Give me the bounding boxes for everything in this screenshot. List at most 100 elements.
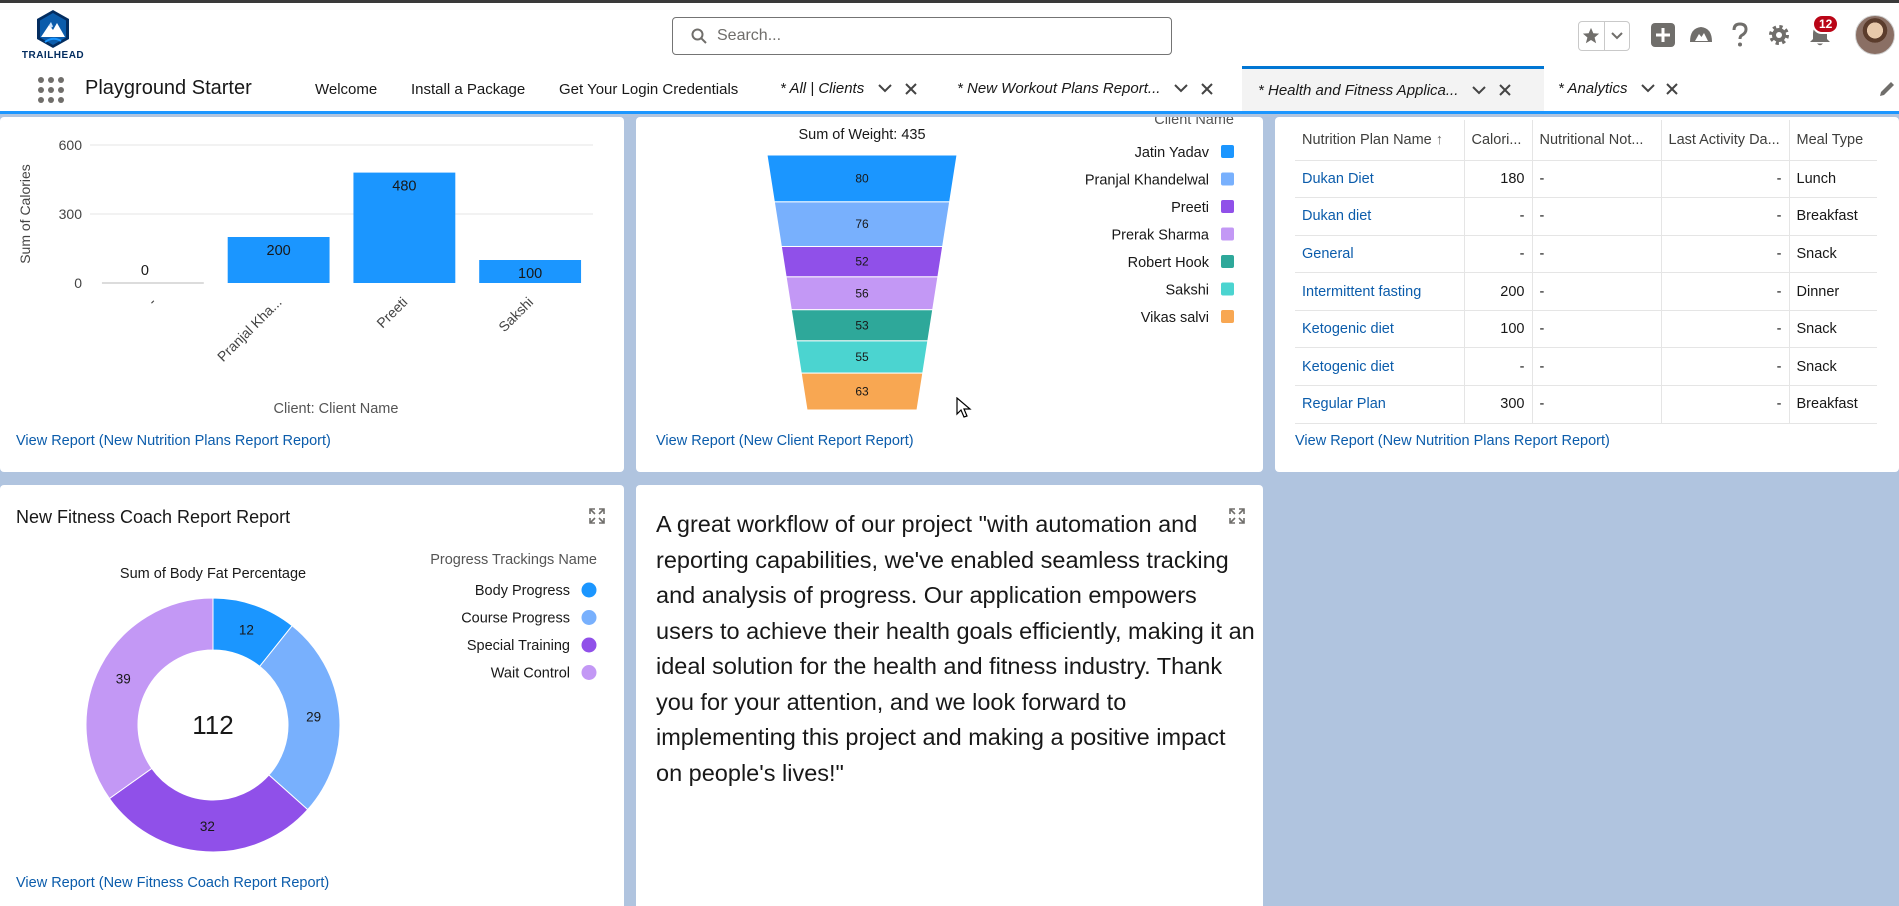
slice-value-label: 12 (239, 623, 254, 638)
tab-all-clients[interactable]: * All | Clients (780, 66, 920, 111)
y-tick-label: 600 (59, 137, 83, 153)
x-tick-label: - (144, 294, 159, 309)
column-header-calories[interactable]: Calori... (1464, 120, 1533, 161)
legend-swatch (1221, 255, 1234, 268)
summary-text-card: A great workflow of our project "with au… (636, 485, 1263, 906)
table-row: Ketogenic diet 100- - Snack (1295, 310, 1877, 349)
data-label: 100 (518, 266, 542, 282)
chevron-down-icon[interactable] (876, 84, 894, 93)
nutritional-notes-cell: - (1532, 310, 1662, 349)
nutrition-table-card: Nutrition Plan Name ↑ Calori... Nutritio… (1275, 117, 1899, 472)
gear-icon (1769, 25, 1789, 45)
funnel-value-label: 56 (855, 286, 869, 300)
funnel-value-label: 55 (855, 350, 869, 364)
funnel-value-label: 53 (855, 318, 869, 332)
plan-name-cell[interactable]: Ketogenic diet (1295, 347, 1465, 387)
calories-cell: 300 (1464, 385, 1533, 424)
table-row: Dukan diet - - - Breakfast (1295, 197, 1877, 236)
view-nutrition-table-report-link[interactable]: View Report (New Nutrition Plans Report … (1295, 433, 1610, 449)
legend-title: Client Name (1154, 117, 1234, 128)
y-tick-label: 0 (74, 275, 82, 291)
favorites-group (1578, 21, 1630, 51)
help-button[interactable] (1726, 21, 1754, 49)
mouse-cursor-icon (956, 397, 972, 418)
funnel-value-label: 63 (855, 385, 869, 399)
close-icon[interactable] (1663, 82, 1681, 95)
nutritional-notes-cell: - (1532, 197, 1662, 236)
chevron-down-icon[interactable] (1639, 84, 1657, 93)
tab-analytics[interactable]: * Analytics (1558, 66, 1681, 111)
legend-swatch (581, 582, 597, 598)
view-nutrition-report-link[interactable]: View Report (New Nutrition Plans Report … (16, 433, 331, 449)
tab-label: * Health and Fitness Applica... (1258, 81, 1459, 99)
plan-name-cell[interactable]: Ketogenic diet (1295, 310, 1465, 349)
column-header-plan-name[interactable]: Nutrition Plan Name ↑ (1295, 120, 1465, 161)
view-client-report-link[interactable]: View Report (New Client Report Report) (656, 433, 914, 449)
calories-cell: - (1464, 197, 1533, 236)
plan-name-cell[interactable]: Intermittent fasting (1295, 272, 1465, 311)
favorite-star-button[interactable] (1579, 22, 1605, 50)
chevron-down-icon (1611, 32, 1623, 40)
plan-name-cell[interactable]: Regular Plan (1295, 385, 1465, 424)
app-launcher-button[interactable] (36, 75, 64, 103)
table-row: Ketogenic diet - - - Snack (1295, 347, 1877, 387)
chevron-down-icon[interactable] (1172, 84, 1190, 93)
view-fitness-coach-report-link[interactable]: View Report (New Fitness Coach Report Re… (16, 875, 329, 891)
search-icon (691, 28, 707, 44)
table-row: General - - - Snack (1295, 235, 1877, 274)
meal-type-cell: Breakfast (1789, 197, 1877, 236)
nutritional-notes-cell: - (1532, 385, 1662, 424)
user-avatar[interactable] (1855, 15, 1895, 55)
setup-button[interactable] (1765, 21, 1793, 49)
legend-swatch (1221, 200, 1234, 213)
tab-new-workout-plans[interactable]: * New Workout Plans Report... (957, 66, 1216, 111)
legend-swatch (1221, 282, 1234, 296)
nutrition-plans-table: Nutrition Plan Name ↑ Calori... Nutritio… (1295, 120, 1877, 424)
chart-title: Sum of Weight: 435 (798, 127, 925, 143)
favorites-menu-button[interactable] (1605, 22, 1630, 50)
legend-label: Sakshi (1165, 283, 1209, 299)
sort-ascending-icon: ↑ (1435, 131, 1444, 148)
meal-type-cell: Breakfast (1789, 385, 1877, 424)
plan-name-cell[interactable]: General (1295, 235, 1465, 274)
legend-label: Pranjal Khandelwal (1085, 173, 1209, 189)
close-icon[interactable] (902, 82, 920, 95)
app-navigation: Playground Starter Welcome Install a Pac… (0, 66, 1899, 114)
legend-label: Course Progress (461, 611, 570, 627)
x-tick-label: Sakshi (495, 294, 536, 335)
column-header-meal-type[interactable]: Meal Type (1789, 120, 1877, 161)
plus-icon (1651, 23, 1675, 47)
global-actions-button[interactable] (1649, 21, 1677, 49)
data-label: 480 (392, 179, 416, 195)
calories-cell: 200 (1464, 272, 1533, 311)
y-axis-label: Sum of Calories (17, 164, 33, 264)
tab-label: * Analytics (1558, 80, 1628, 97)
chevron-down-icon[interactable] (1470, 85, 1488, 95)
app-name: Playground Starter (85, 77, 252, 99)
legend-swatch (581, 610, 597, 625)
edit-nav-button[interactable] (1878, 80, 1896, 103)
y-tick-label: 300 (59, 206, 83, 222)
chart-title: Sum of Body Fat Percentage (120, 566, 306, 582)
legend-label: Body Progress (475, 583, 570, 599)
column-header-last-activity[interactable]: Last Activity Da... (1661, 120, 1790, 161)
plan-name-cell[interactable]: Dukan diet (1295, 197, 1465, 236)
trailhead-logo[interactable]: TRAILHEAD (18, 9, 88, 65)
tab-health-fitness-app[interactable]: * Health and Fitness Applica... (1242, 66, 1544, 111)
search-input[interactable]: Search... (672, 17, 1172, 55)
column-header-nutritional-notes[interactable]: Nutritional Not... (1532, 120, 1662, 161)
nutritional-notes-cell: - (1532, 235, 1662, 274)
slice-value-label: 32 (200, 819, 215, 834)
legend-label: Vikas salvi (1141, 310, 1209, 326)
close-icon[interactable] (1496, 84, 1514, 96)
plan-name-cell[interactable]: Dukan Diet (1295, 160, 1465, 199)
trailhead-guidance-button[interactable] (1687, 21, 1715, 49)
table-row: Intermittent fasting 200- - Dinner (1295, 272, 1877, 311)
meal-type-cell: Snack (1789, 310, 1877, 349)
nutritional-notes-cell: - (1532, 160, 1662, 199)
nav-item-welcome[interactable]: Welcome (315, 81, 377, 98)
nav-item-login-credentials[interactable]: Get Your Login Credentials (559, 81, 738, 98)
legend-swatch (1221, 145, 1234, 158)
close-icon[interactable] (1198, 82, 1216, 95)
nav-item-install-package[interactable]: Install a Package (411, 81, 525, 98)
